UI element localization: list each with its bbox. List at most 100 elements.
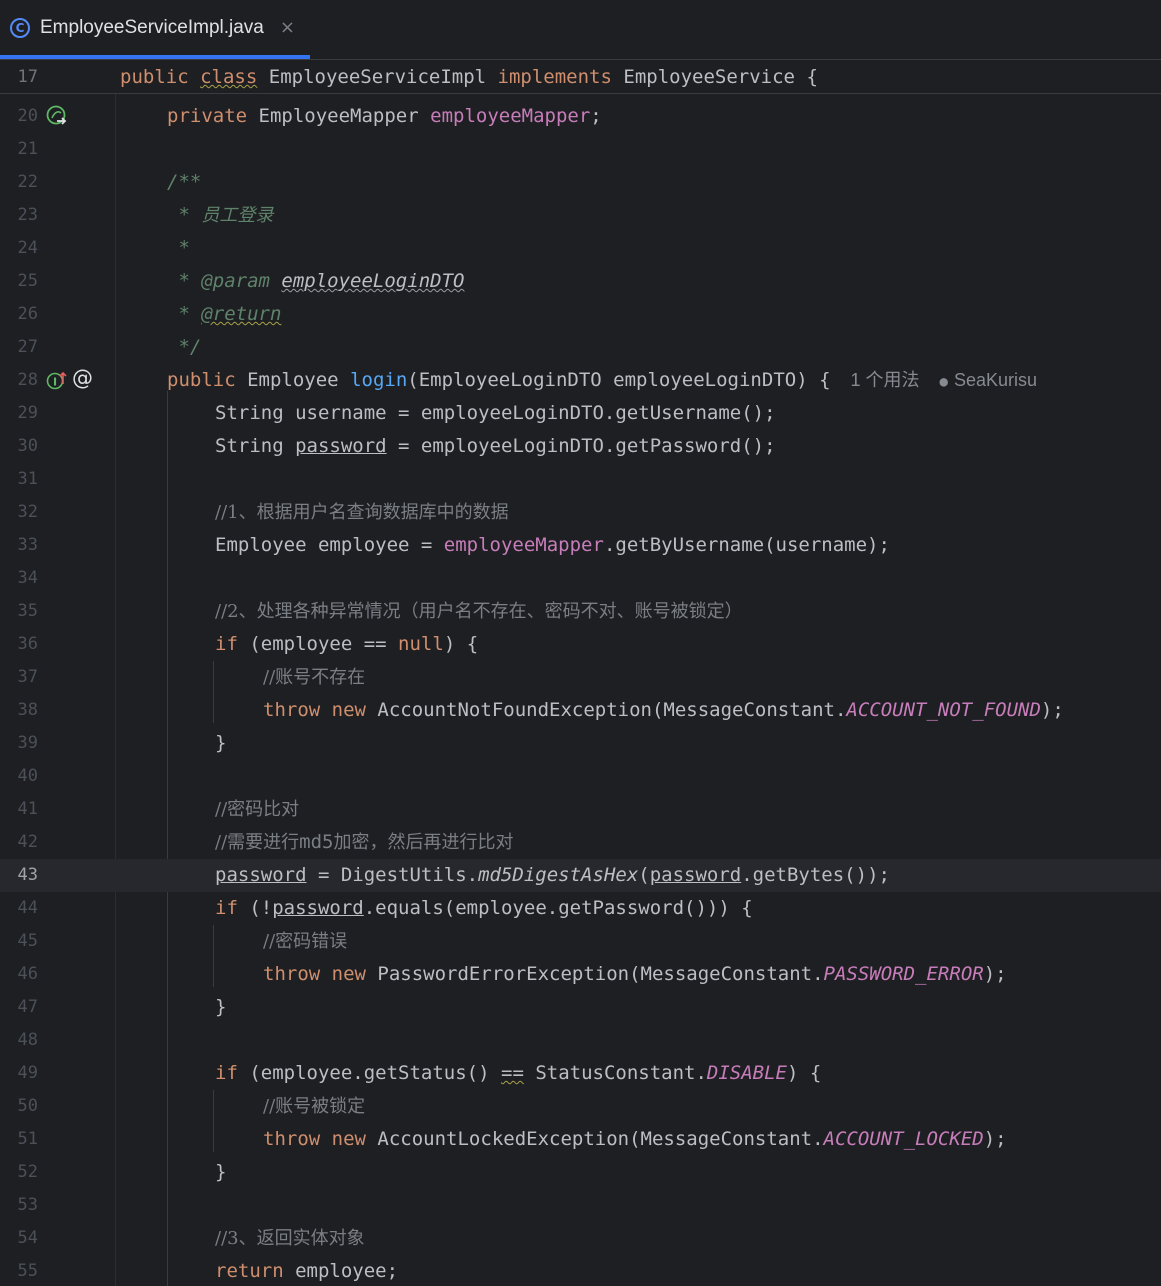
doc-param-tag: @param bbox=[201, 270, 270, 292]
statement: Employee employee = bbox=[215, 534, 444, 556]
line-number: 43 bbox=[17, 865, 38, 885]
type-name: EmployeeMapper bbox=[258, 105, 419, 127]
keyword: public bbox=[120, 66, 189, 88]
code-line[interactable]: 37 //账号不存在 bbox=[0, 661, 1161, 694]
editor-tab-bar: C EmployeeServiceImpl.java × bbox=[0, 0, 1161, 60]
tab-employee-service-impl[interactable]: C EmployeeServiceImpl.java × bbox=[0, 0, 310, 59]
keyword: throw bbox=[263, 963, 321, 985]
code-line[interactable]: 52 } bbox=[0, 1156, 1161, 1189]
statement: AccountNotFoundException(MessageConstant… bbox=[365, 699, 847, 721]
code-line[interactable]: 30 String password = employeeLoginDTO.ge… bbox=[0, 430, 1161, 463]
code-line[interactable]: 47 } bbox=[0, 991, 1161, 1024]
code-line[interactable]: 49 if (employee.getStatus() == StatusCon… bbox=[0, 1057, 1161, 1090]
code-line[interactable]: 39 } bbox=[0, 727, 1161, 760]
code-line[interactable]: 20 private EmployeeMapper employeeMapper… bbox=[0, 100, 1161, 133]
author-inlay[interactable]: SeaKurisu bbox=[954, 370, 1037, 390]
code-line[interactable]: 45 //密码错误 bbox=[0, 925, 1161, 958]
line-number: 34 bbox=[17, 568, 38, 588]
doc-comment: * @return bbox=[167, 298, 281, 331]
code-line[interactable]: 55 return employee; bbox=[0, 1255, 1161, 1286]
doc-comment: * @param employeeLoginDTO bbox=[167, 265, 464, 298]
code-line-current[interactable]: 43 password = DigestUtils.md5DigestAsHex… bbox=[0, 859, 1161, 892]
line-number: 35 bbox=[17, 601, 38, 621]
line-number: 55 bbox=[17, 1261, 38, 1281]
code-line[interactable]: 34 bbox=[0, 562, 1161, 595]
code-line[interactable]: 33 Employee employee = employeeMapper.ge… bbox=[0, 529, 1161, 562]
line-number: 25 bbox=[17, 271, 38, 291]
constant: DISABLE bbox=[706, 1062, 787, 1084]
sticky-class-header[interactable]: 17 public class EmployeeServiceImpl impl… bbox=[0, 60, 1161, 94]
code-text: if (!password.equals(employee.getPasswor… bbox=[215, 892, 753, 925]
code-text: } bbox=[215, 1161, 227, 1183]
code-text: if (employee == null) { bbox=[215, 628, 478, 661]
code-text: if (employee.getStatus() == StatusConsta… bbox=[215, 1057, 821, 1090]
doc-comment: /** bbox=[167, 171, 202, 193]
code-line[interactable]: 35 //2、处理各种异常情况（用户名不存在、密码不对、账号被锁定） bbox=[0, 595, 1161, 628]
code-line[interactable]: 22 /** bbox=[0, 166, 1161, 199]
statement: = DigestUtils. bbox=[306, 864, 479, 886]
code-text: private EmployeeMapper employeeMapper; bbox=[167, 100, 602, 133]
line-number: 21 bbox=[17, 139, 38, 159]
code-line[interactable]: 42 //需要进行md5加密，然后再进行比对 bbox=[0, 826, 1161, 859]
code-line[interactable]: 46 throw new PasswordErrorException(Mess… bbox=[0, 958, 1161, 991]
statement: (! bbox=[237, 897, 273, 919]
code-line[interactable]: 36 if (employee == null) { bbox=[0, 628, 1161, 661]
close-icon[interactable]: × bbox=[280, 17, 295, 38]
line-number: 53 bbox=[17, 1195, 38, 1215]
reassigned-variable: password bbox=[295, 435, 387, 457]
code-line[interactable]: 24 * bbox=[0, 232, 1161, 265]
code-line[interactable]: 28 I @ public Employee login(EmployeeLog… bbox=[0, 364, 1161, 397]
line-number: 29 bbox=[17, 403, 38, 423]
code-line[interactable]: 25 * @param employeeLoginDTO bbox=[0, 265, 1161, 298]
doc-param-name: employeeLoginDTO bbox=[281, 270, 465, 292]
comment-part: //需要进行 bbox=[215, 832, 300, 853]
code-line[interactable]: 40 bbox=[0, 760, 1161, 793]
constant: ACCOUNT_NOT_FOUND bbox=[846, 699, 1041, 721]
line-comment: //密码比对 bbox=[215, 799, 300, 820]
interface-name: EmployeeService bbox=[623, 66, 795, 88]
code-text: throw new PasswordErrorException(Message… bbox=[263, 958, 1007, 991]
comment-part: 加密，然后再进行比对 bbox=[333, 832, 514, 853]
java-class-icon: C bbox=[10, 17, 30, 38]
statement: StatusConstant. bbox=[523, 1062, 707, 1084]
constant: PASSWORD_ERROR bbox=[823, 963, 984, 985]
type-name: String bbox=[215, 402, 284, 424]
code-line[interactable]: 26 * @return bbox=[0, 298, 1161, 331]
code-line[interactable]: 51 throw new AccountLockedException(Mess… bbox=[0, 1123, 1161, 1156]
code-line[interactable]: 50 //账号被锁定 bbox=[0, 1090, 1161, 1123]
line-number: 42 bbox=[17, 832, 38, 852]
code-line[interactable]: 23 * 员工登录 bbox=[0, 199, 1161, 232]
implements-marker: I bbox=[53, 376, 57, 389]
usages-inlay[interactable]: 1 个用法 bbox=[851, 370, 920, 390]
brace: { bbox=[806, 66, 818, 88]
keyword: null bbox=[398, 633, 444, 655]
keyword: if bbox=[215, 633, 238, 655]
keyword: new bbox=[331, 699, 366, 721]
implements-method-icon[interactable]: I bbox=[46, 370, 68, 396]
code-line[interactable]: 21 bbox=[0, 133, 1161, 166]
punct: ); bbox=[983, 1128, 1007, 1150]
line-number: 52 bbox=[17, 1162, 38, 1182]
code-line[interactable]: 29 String username = employeeLoginDTO.ge… bbox=[0, 397, 1161, 430]
code-editor[interactable]: 20 private EmployeeMapper employeeMapper… bbox=[0, 94, 1161, 1286]
code-line[interactable]: 41 //密码比对 bbox=[0, 793, 1161, 826]
code-text: throw new AccountLockedException(Message… bbox=[263, 1123, 1007, 1156]
code-line[interactable]: 31 bbox=[0, 463, 1161, 496]
code-line[interactable]: 53 bbox=[0, 1189, 1161, 1222]
spring-bean-navigate-icon[interactable] bbox=[46, 105, 68, 131]
code-text: password = DigestUtils.md5DigestAsHex(pa… bbox=[215, 859, 890, 892]
code-line[interactable]: 32 //1、根据用户名查询数据库中的数据 bbox=[0, 496, 1161, 529]
code-line[interactable]: 38 throw new AccountNotFoundException(Me… bbox=[0, 694, 1161, 727]
statement: ) { bbox=[443, 633, 479, 655]
field-name: employeeMapper bbox=[430, 105, 591, 127]
line-number: 45 bbox=[17, 931, 38, 951]
code-line[interactable]: 54 //3、返回实体对象 bbox=[0, 1222, 1161, 1255]
line-number: 28 bbox=[17, 370, 38, 390]
request-mapping-icon[interactable]: @ bbox=[72, 366, 93, 390]
statement: AccountLockedException(MessageConstant. bbox=[365, 1128, 824, 1150]
code-line[interactable]: 27 */ bbox=[0, 331, 1161, 364]
params: (EmployeeLoginDTO employeeLoginDTO) { bbox=[407, 369, 831, 391]
code-line[interactable]: 48 bbox=[0, 1024, 1161, 1057]
keyword: new bbox=[331, 963, 366, 985]
code-line[interactable]: 44 if (!password.equals(employee.getPass… bbox=[0, 892, 1161, 925]
